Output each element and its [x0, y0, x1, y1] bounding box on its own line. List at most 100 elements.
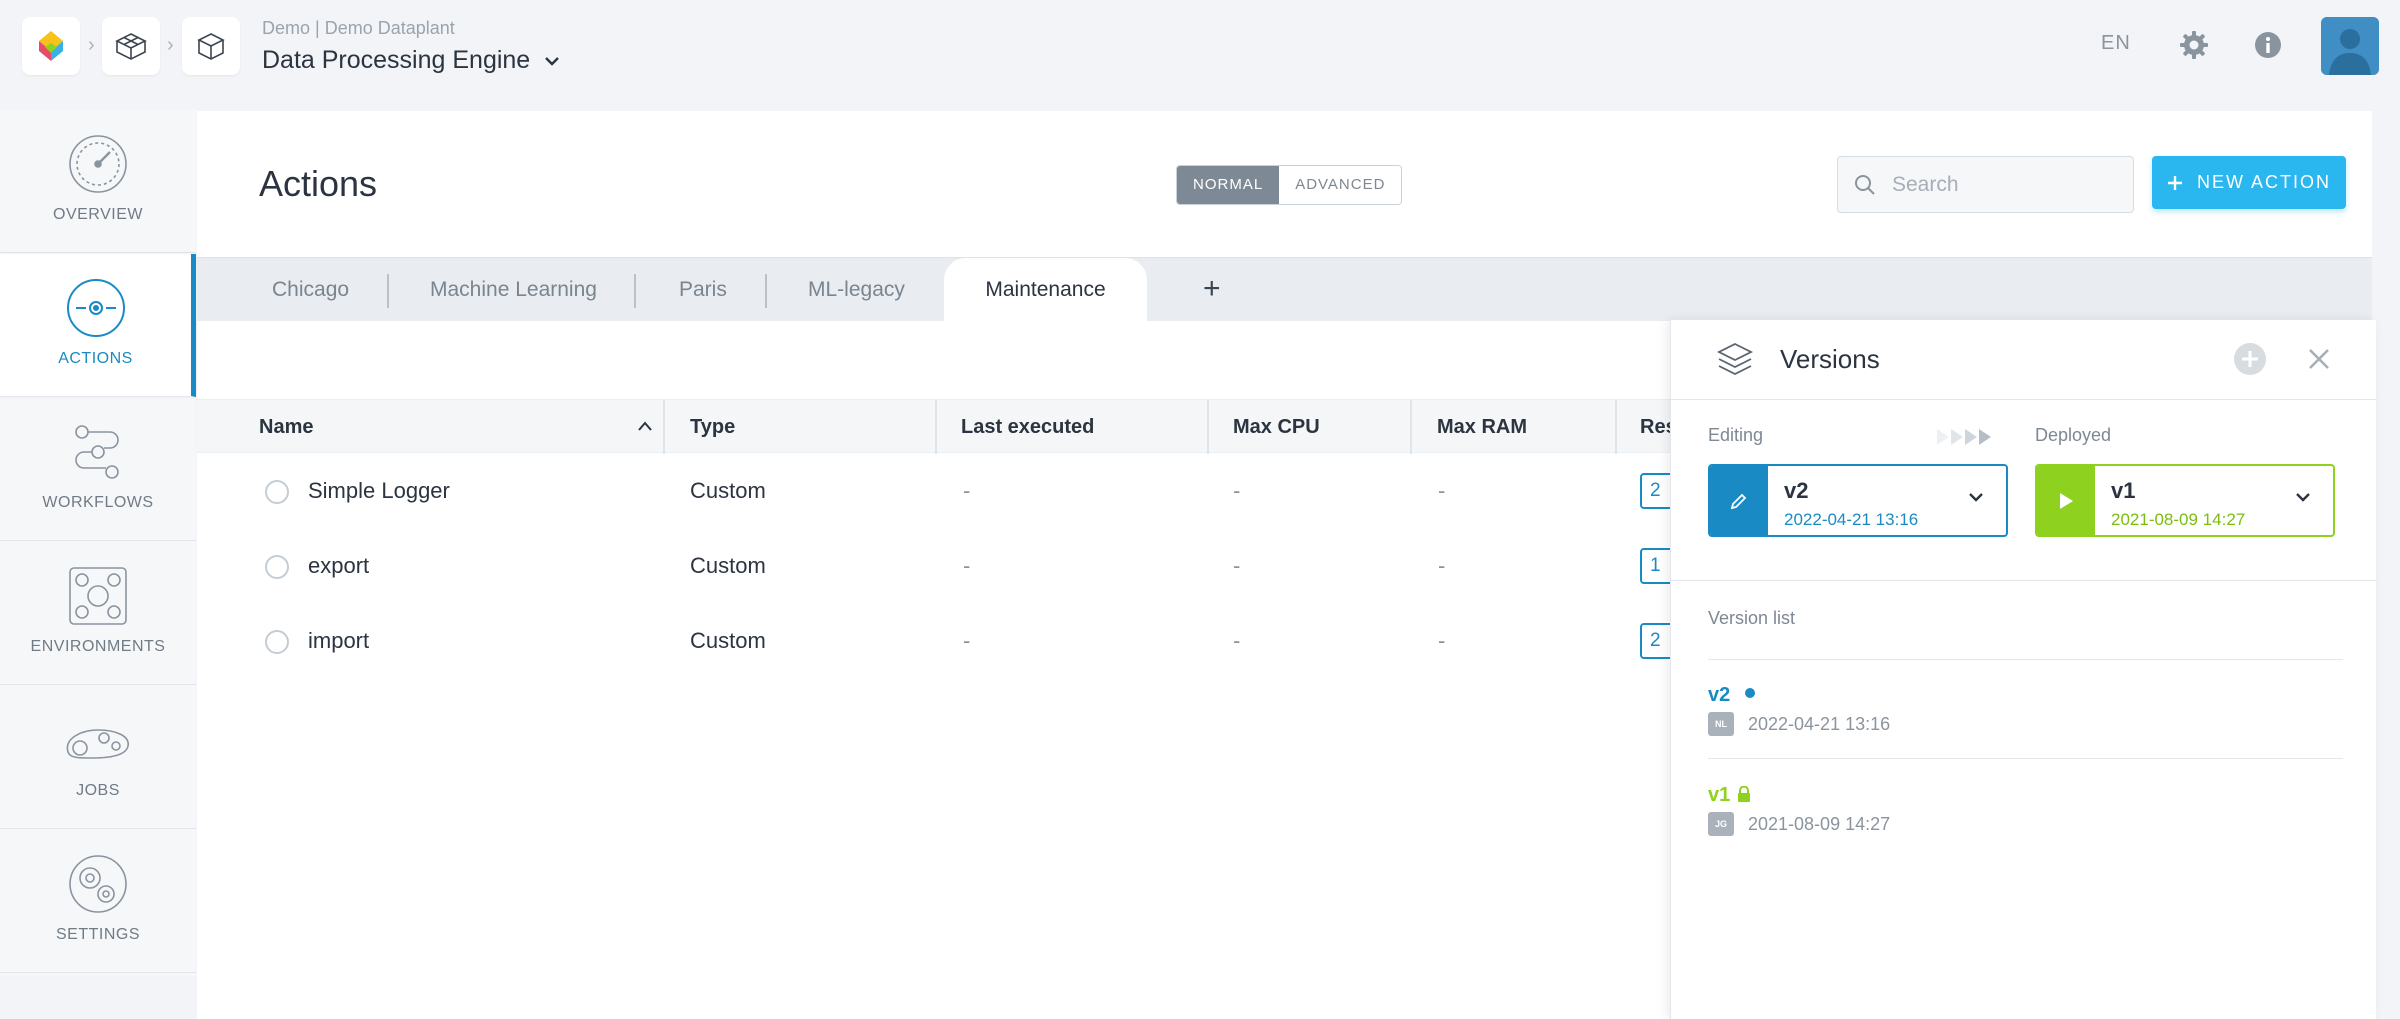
cell-last-executed: - [963, 628, 971, 653]
breadcrumb-context: Demo | Demo Dataplant [262, 18, 455, 39]
deploy-arrows-icon [1937, 429, 1991, 445]
sidebar-item-environments[interactable]: ENVIRONMENTS [0, 542, 196, 685]
divider [1708, 758, 2343, 759]
pencil-icon [1730, 493, 1747, 509]
sidebar: OVERVIEW ACTIONS WORKFLOWS ENVIRONMENTS … [0, 110, 196, 976]
action-status-icon [265, 630, 289, 654]
column-header-max-ram[interactable]: Max RAM [1437, 400, 1527, 454]
avatar-image [2321, 17, 2379, 75]
add-version-icon[interactable] [2233, 342, 2267, 376]
environment-icon [69, 567, 127, 625]
add-tab-button[interactable]: + [1203, 258, 1221, 322]
tab-paris[interactable]: Paris [679, 258, 727, 322]
editing-version-select[interactable]: v2 2022-04-21 13:16 [1708, 464, 2008, 537]
user-badge: NL [1708, 712, 1734, 736]
project-box-icon [197, 33, 225, 60]
table-row[interactable]: export Custom - - - 1 [197, 528, 1680, 603]
breadcrumb-chevron-icon: › [88, 34, 95, 56]
cell-max-cpu: - [1233, 628, 1241, 653]
info-icon[interactable] [2251, 28, 2285, 62]
settings-icon [69, 855, 127, 913]
tab-ml-legacy[interactable]: ML-legacy [808, 258, 905, 322]
cell-name: Simple Logger [308, 478, 450, 503]
tab-bar: Chicago Machine Learning Paris ML-legacy… [197, 257, 2372, 322]
version-item-v2[interactable]: v2 [1708, 684, 1730, 707]
tab-maintenance[interactable]: Maintenance [944, 258, 1147, 322]
sidebar-label-jobs: JOBS [76, 782, 120, 799]
user-avatar[interactable] [2321, 17, 2379, 75]
close-icon[interactable] [2307, 347, 2331, 371]
cell-type: Custom [690, 478, 766, 503]
deployed-version-select[interactable]: v1 2021-08-09 14:27 [2035, 464, 2335, 537]
sidebar-item-jobs[interactable]: JOBS [0, 686, 196, 829]
column-header-name[interactable]: Name [259, 400, 313, 454]
deployed-label: Deployed [2035, 425, 2112, 445]
play-icon [2060, 492, 2073, 509]
breadcrumb-project-label: Demo Dataplant [324, 18, 455, 38]
table-row[interactable]: import Custom - - - 2 [197, 603, 1680, 678]
column-header-last-executed[interactable]: Last executed [961, 400, 1094, 454]
breadcrumb-project-button[interactable] [182, 17, 240, 75]
cell-type: Custom [690, 628, 766, 653]
cell-type: Custom [690, 553, 766, 578]
action-status-icon [265, 480, 289, 504]
cell-last-executed: - [963, 478, 971, 503]
actions-icon [66, 279, 125, 337]
breadcrumb-org-button[interactable] [102, 17, 160, 75]
search-input[interactable] [1892, 172, 2112, 197]
layers-icon [1716, 342, 1754, 376]
action-status-icon [265, 555, 289, 579]
deploy-strip [2037, 466, 2095, 535]
sort-ascending-icon[interactable] [637, 420, 653, 432]
sidebar-label-settings: SETTINGS [55, 926, 140, 943]
new-action-button[interactable]: NEW ACTION [2152, 156, 2346, 209]
user-badge: JG [1708, 812, 1734, 836]
cell-max-ram: - [1438, 553, 1446, 578]
sidebar-item-overview[interactable]: OVERVIEW [0, 110, 196, 253]
sidebar-item-workflows[interactable]: WORKFLOWS [0, 398, 196, 541]
version-item-v1[interactable]: v1 [1708, 784, 1730, 807]
editing-version-date: 2022-04-21 13:16 [1784, 510, 1919, 529]
app-logo-button[interactable] [22, 17, 80, 75]
breadcrumb-org-label: Demo [262, 18, 311, 38]
column-divider [1615, 400, 1617, 454]
settings-icon[interactable] [2177, 28, 2211, 62]
cell-max-cpu: - [1233, 478, 1241, 503]
sidebar-label-overview: OVERVIEW [53, 206, 143, 223]
plus-icon [2167, 175, 2182, 190]
page-title: Actions [259, 163, 378, 204]
editing-dot-icon [1745, 688, 1755, 698]
sidebar-label-environments: ENVIRONMENTS [30, 638, 166, 655]
app-logo-icon [39, 31, 63, 61]
workflow-icon [75, 425, 119, 479]
version-list-label: Version list [1708, 608, 1796, 628]
app-switcher[interactable]: Data Processing Engine [262, 46, 560, 75]
versions-title: Versions [1780, 344, 1880, 374]
column-header-max-cpu[interactable]: Max CPU [1233, 400, 1320, 454]
breadcrumb-chevron-icon: › [167, 34, 174, 56]
tab-chicago[interactable]: Chicago [272, 258, 349, 322]
language-selector[interactable]: EN [2101, 32, 2131, 55]
chevron-down-icon [2296, 493, 2310, 502]
breadcrumb-separator: | [315, 18, 320, 38]
mode-normal-button[interactable]: NORMAL [1177, 166, 1280, 204]
divider [1671, 580, 2377, 581]
column-header-type[interactable]: Type [690, 400, 735, 454]
mode-advanced-button[interactable]: ADVANCED [1279, 166, 1402, 204]
column-divider [1207, 400, 1209, 454]
table-row[interactable]: Simple Logger Custom - - - 2 [197, 453, 1680, 528]
sidebar-item-actions[interactable]: ACTIONS [0, 254, 196, 397]
cell-max-ram: - [1438, 478, 1446, 503]
search-box [1837, 156, 2134, 213]
cell-max-cpu: - [1233, 553, 1241, 578]
lock-icon [1738, 786, 1750, 802]
tab-divider [387, 274, 389, 308]
sidebar-label-workflows: WORKFLOWS [42, 494, 154, 511]
tab-machine-learning[interactable]: Machine Learning [430, 258, 597, 322]
edit-strip [1710, 466, 1768, 535]
cell-name: import [308, 628, 370, 653]
version-date: 2022-04-21 13:16 [1748, 714, 1891, 734]
sidebar-item-settings[interactable]: SETTINGS [0, 830, 196, 973]
sidebar-label-actions: ACTIONS [58, 350, 133, 367]
versions-panel: Versions Editing Deployed v2 2022-04-21 … [1670, 320, 2377, 1019]
